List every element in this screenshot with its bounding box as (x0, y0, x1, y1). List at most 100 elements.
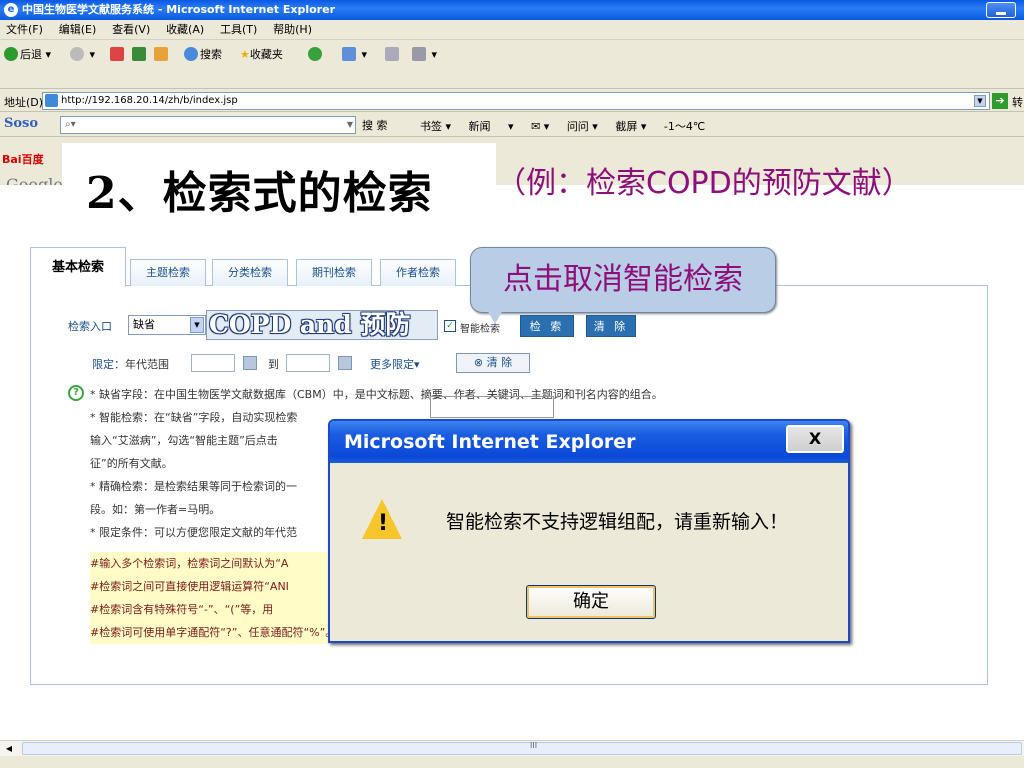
address-input[interactable]: http://192.168.20.14/zh/b/index.jsp ▼ (42, 92, 990, 110)
slide-example: （例：检索COPD的预防文献） (496, 166, 912, 201)
search-button-main[interactable]: 检 索 (520, 315, 574, 337)
page-icon (45, 94, 58, 107)
stop-button[interactable] (110, 47, 126, 63)
ie-icon: e (4, 3, 18, 17)
limit-label: 限定： (92, 358, 125, 371)
back-button[interactable]: 后退 ▾ (4, 47, 51, 63)
menu-tools[interactable]: 工具(T) (214, 20, 263, 40)
smart-search-checkbox[interactable]: ✓ (444, 320, 456, 332)
entry-label: 检索入口 (68, 320, 112, 333)
refresh-button[interactable] (132, 47, 148, 63)
go-arrow-icon[interactable]: ➔ (992, 93, 1008, 109)
tab-journal-search[interactable]: 期刊检索 (296, 259, 372, 286)
window-title: 中国生物医学文献服务系统 - Microsoft Internet Explor… (22, 3, 335, 16)
tab-basic-search[interactable]: 基本检索 (30, 247, 126, 287)
chevron-down-icon: ▼ (190, 317, 204, 333)
menu-edit[interactable]: 编辑(E) (53, 20, 103, 40)
forward-button[interactable]: ▾ (70, 47, 95, 63)
search-button[interactable]: 搜索 (184, 47, 222, 63)
soso-wenwen[interactable]: 问问 ▾ (567, 120, 598, 133)
star-icon: ★ (240, 48, 250, 61)
scroll-thumb[interactable] (22, 742, 1022, 755)
mail-button[interactable]: ▾ (342, 47, 367, 63)
dialog-message: 智能检索不支持逻辑组配，请重新输入！ (446, 511, 789, 533)
slide-heading: 2、检索式的检索 (62, 143, 496, 219)
address-bar: 地址(D) http://192.168.20.14/zh/b/index.js… (0, 90, 1024, 112)
horizontal-scrollbar[interactable]: ◀ III (0, 740, 1024, 756)
menu-view[interactable]: 查看(V) (106, 20, 156, 40)
warning-icon: ! (362, 499, 402, 539)
soso-search-button[interactable]: 搜 索 (362, 117, 388, 133)
minimize-button[interactable] (986, 2, 1016, 18)
clear-button[interactable]: 清 除 (586, 315, 636, 337)
help-icon: ? (68, 385, 84, 401)
favorites-button[interactable]: ★收藏夹 (240, 47, 283, 63)
tab-category-search[interactable]: 分类检索 (212, 259, 288, 286)
to-label: 到 (268, 358, 279, 371)
edit-button[interactable]: ▾ (412, 47, 437, 63)
baidu-logo[interactable]: Bai百度 (2, 151, 44, 167)
soso-bookmark[interactable]: 书签 ▾ (420, 120, 451, 133)
print-button[interactable] (385, 47, 401, 63)
soso-logo: Soso (4, 116, 39, 131)
tooltip-outline (430, 396, 554, 418)
tab-subject-search[interactable]: 主题检索 (130, 259, 206, 286)
stop-icon (110, 47, 124, 61)
entry-select-value: 缺省 (133, 318, 155, 331)
ie-window: e 中国生物医学文献服务系统 - Microsoft Internet Expl… (0, 0, 1024, 768)
standard-toolbar: 后退 ▾ ▾ 搜索 ★收藏夹 ▾ ▾ (0, 41, 1024, 89)
history-button[interactable] (308, 47, 324, 63)
favorites-label: 收藏夹 (249, 48, 283, 61)
more-limits-link[interactable]: 更多限定▾ (370, 356, 420, 372)
dialog-title: Microsoft Internet Explorer (344, 431, 636, 453)
address-url: http://192.168.20.14/zh/b/index.jsp (61, 95, 238, 106)
mail-icon (342, 47, 356, 61)
side-toolbars: Bai百度 Google (0, 137, 70, 194)
menu-favorites[interactable]: 收藏(A) (160, 20, 210, 40)
scroll-grip: III (530, 741, 538, 750)
scroll-left-icon[interactable]: ◀ (2, 742, 16, 756)
history-icon (308, 47, 322, 61)
year-range-label: 年代范围 (125, 358, 169, 371)
soso-pet[interactable]: ▾ (508, 120, 514, 133)
edit-icon (412, 47, 426, 61)
slide-callout: 点击取消智能检索 (470, 247, 776, 324)
address-label: 地址(D) (4, 96, 44, 109)
soso-dropdown-icon[interactable]: ▼ (347, 117, 353, 133)
calendar-icon-2[interactable] (338, 356, 352, 370)
status-bar (0, 757, 1024, 768)
dialog-title-bar: Microsoft Internet Explorer X (330, 421, 848, 463)
home-button[interactable] (154, 47, 170, 63)
soso-news[interactable]: 新闻 (469, 120, 491, 133)
soso-mail[interactable]: ✉ ▾ (531, 120, 549, 133)
back-label: 后退 (20, 48, 42, 61)
address-dropdown-icon[interactable]: ▼ (974, 95, 986, 107)
close-icon[interactable]: X (786, 425, 844, 453)
search-icon (184, 47, 198, 61)
query-input[interactable]: COPD and 预防 (206, 310, 438, 340)
soso-weather[interactable]: -1～4℃ (664, 120, 705, 133)
alert-dialog: Microsoft Internet Explorer X ! 智能检索不支持逻… (328, 419, 850, 643)
ok-button[interactable]: 确定 (526, 585, 656, 619)
go-label[interactable]: 转 (1012, 94, 1023, 110)
refresh-icon (132, 47, 146, 61)
soso-toolbar: Soso ⌕▾ ▼ 搜 索 书签 ▾ 新闻 ▾ ✉ ▾ 问问 ▾ 截屏 ▾ -1… (0, 113, 1024, 137)
year-from-input[interactable] (191, 354, 235, 372)
menu-help[interactable]: 帮助(H) (267, 20, 318, 40)
soso-search-input[interactable]: ⌕▾ ▼ (60, 116, 356, 134)
back-arrow-icon (4, 47, 18, 61)
calendar-icon[interactable] (243, 356, 257, 370)
entry-select[interactable]: 缺省 ▼ (128, 315, 206, 335)
soso-screenshot[interactable]: 截屏 ▾ (615, 120, 646, 133)
forward-arrow-icon (70, 47, 84, 61)
soso-items: 书签 ▾ 新闻 ▾ ✉ ▾ 问问 ▾ 截屏 ▾ -1～4℃ (420, 118, 719, 134)
tab-author-search[interactable]: 作者检索 (380, 259, 456, 286)
soso-search-icon: ⌕▾ (65, 119, 76, 130)
limit-row: 限定：年代范围 (92, 356, 169, 372)
menu-file[interactable]: 文件(F) (0, 20, 49, 40)
year-to-input[interactable] (286, 354, 330, 372)
print-icon (385, 47, 399, 61)
clear-limits-button[interactable]: ⊗ 清 除 (456, 353, 530, 373)
search-label: 搜索 (200, 48, 222, 61)
home-icon (154, 47, 168, 61)
